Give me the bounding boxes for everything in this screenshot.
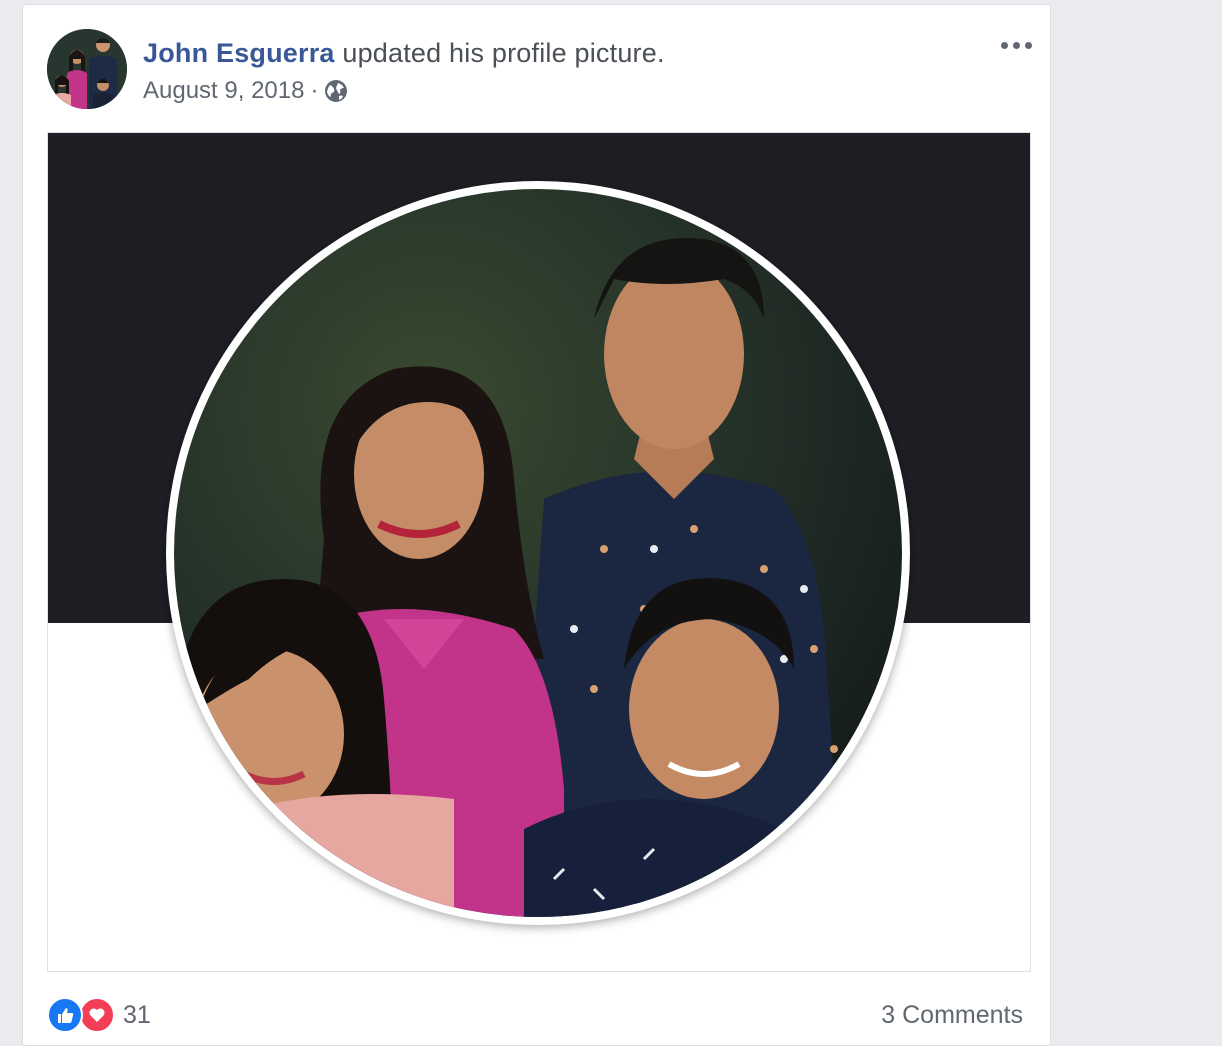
post-action-text: updated his profile picture. xyxy=(334,38,665,68)
profile-picture[interactable] xyxy=(174,189,902,917)
profile-picture-frame xyxy=(166,181,910,925)
like-icon[interactable] xyxy=(47,997,83,1033)
comments-count-link[interactable]: 3 Comments xyxy=(881,1001,1023,1030)
reaction-count: 31 xyxy=(123,1000,151,1029)
love-icon[interactable] xyxy=(79,997,115,1033)
post-footer: 31 3 Comments xyxy=(47,991,1027,1033)
author-name-link[interactable]: John Esguerra xyxy=(143,38,335,68)
more-dot xyxy=(1012,41,1020,49)
profile-picture-post[interactable] xyxy=(47,132,1031,972)
meta-separator: · xyxy=(310,77,319,104)
author-avatar[interactable] xyxy=(47,29,127,109)
post-card: John Esguerra updated his profile pictur… xyxy=(22,4,1051,1046)
avatar-image xyxy=(47,29,127,109)
post-meta: August 9, 2018 · xyxy=(143,77,348,105)
globe-icon[interactable] xyxy=(324,79,348,103)
more-options-icon[interactable] xyxy=(996,33,1036,57)
more-dot xyxy=(1024,41,1032,49)
family-photo-image xyxy=(174,189,902,917)
more-dot xyxy=(1000,41,1008,49)
post-date-link[interactable]: August 9, 2018 xyxy=(143,77,304,105)
post-title-line: John Esguerra updated his profile pictur… xyxy=(143,38,665,69)
reactions-summary[interactable]: 31 xyxy=(47,997,151,1033)
